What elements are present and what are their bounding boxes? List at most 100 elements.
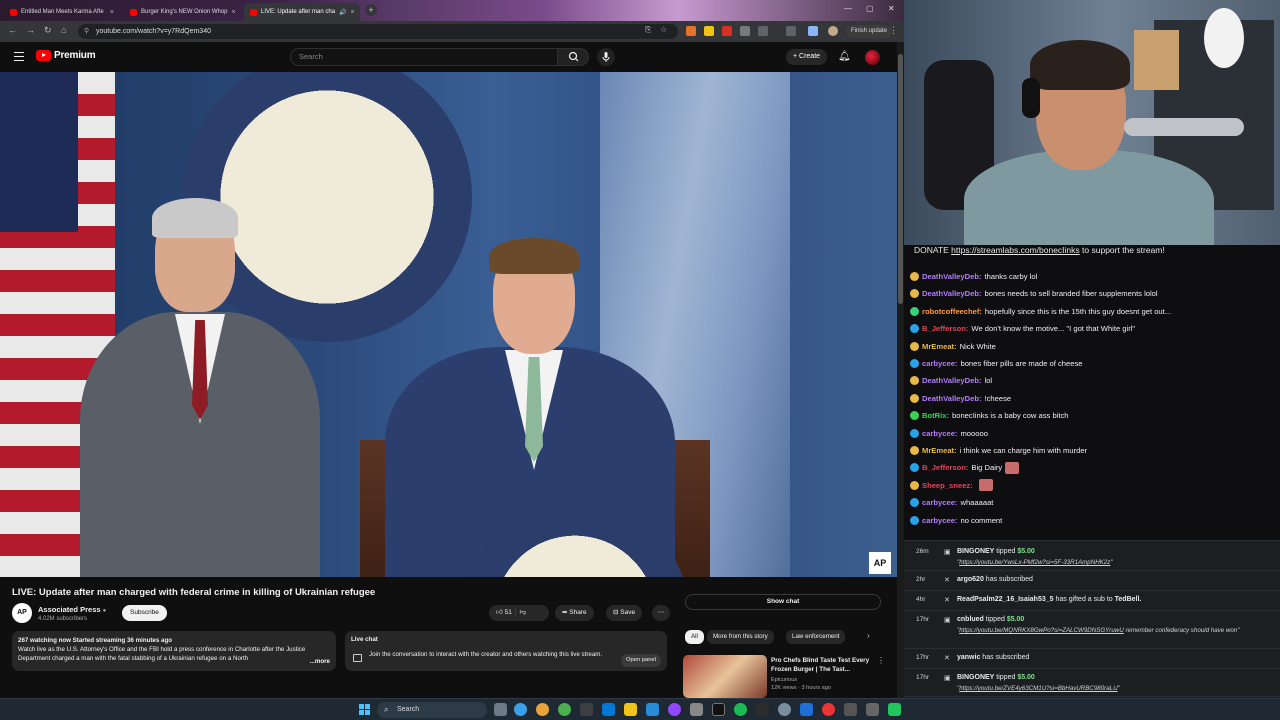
description-more-link[interactable]: ...more: [306, 657, 330, 666]
create-button[interactable]: + Create: [786, 49, 828, 65]
close-window-icon[interactable]: ✕: [888, 4, 895, 13]
browser-tab-3-active[interactable]: LIVE: Update after man cha 🔊 ×: [244, 3, 360, 21]
browser-tab-1[interactable]: Entitled Man Meets Karma Afte ×: [4, 3, 120, 21]
obs-icon[interactable]: [580, 703, 593, 716]
address-bar[interactable]: ⚲ youtube.com/watch?v=y7RdQem340: [78, 24, 678, 39]
chat-username[interactable]: Sheep_sneez:: [922, 478, 973, 493]
app-icon[interactable]: [756, 703, 769, 716]
video-player[interactable]: AP: [0, 72, 897, 577]
hamburger-menu-icon[interactable]: [14, 52, 24, 61]
edge-icon[interactable]: [514, 703, 527, 716]
extension-icon[interactable]: [686, 26, 696, 36]
forward-icon[interactable]: →: [26, 25, 35, 35]
chat-username[interactable]: carbycee:: [922, 356, 957, 371]
alert-user[interactable]: BINGONEY: [957, 548, 994, 555]
finish-update-button[interactable]: Finish update: [846, 25, 893, 38]
app-icon[interactable]: [690, 703, 703, 716]
subscribe-button[interactable]: Subscribe: [122, 605, 167, 621]
app-icon[interactable]: [646, 703, 659, 716]
new-tab-button[interactable]: +: [365, 4, 377, 16]
app-icon[interactable]: [778, 703, 791, 716]
chat-username[interactable]: robotcoffeechef:: [922, 304, 982, 319]
side-panel-icon[interactable]: [786, 26, 796, 36]
home-icon[interactable]: ⌂: [61, 25, 66, 35]
chevron-right-icon[interactable]: ›: [867, 631, 870, 640]
chat-username[interactable]: B_Jefferson:: [922, 460, 968, 475]
alert-link[interactable]: https://youtu.be/MQNRKX8GwPo?si=ZALCW9DN…: [959, 627, 1124, 634]
chat-username[interactable]: DeathValleyDeb:: [922, 269, 982, 284]
alert-user[interactable]: cnblued: [957, 616, 984, 623]
close-tab-icon[interactable]: ×: [351, 9, 355, 16]
app-icon[interactable]: [866, 703, 879, 716]
extension-icon[interactable]: [722, 26, 732, 36]
spotify-icon[interactable]: [734, 703, 747, 716]
account-avatar[interactable]: [865, 50, 880, 65]
alert-user[interactable]: yanwic: [957, 654, 980, 661]
chip-all[interactable]: All: [685, 630, 704, 644]
close-tab-icon[interactable]: ×: [110, 9, 114, 16]
app-icon[interactable]: [800, 703, 813, 716]
recommendation-channel[interactable]: Epicurious: [771, 676, 831, 684]
search-input[interactable]: Search: [290, 48, 558, 66]
chat-username[interactable]: DeathValleyDeb:: [922, 373, 982, 388]
profile-avatar-icon[interactable]: [828, 26, 838, 36]
app-icon[interactable]: [558, 703, 571, 716]
windows-start-icon[interactable]: [359, 704, 370, 715]
chat-username[interactable]: carbycee:: [922, 513, 957, 528]
chat-username[interactable]: carbycee:: [922, 495, 957, 510]
youtube-premium-logo[interactable]: Premium: [36, 50, 96, 61]
browser-menu-icon[interactable]: ⋮: [889, 25, 898, 36]
notifications-bell-icon[interactable]: 🔔︎: [838, 51, 851, 62]
more-actions-button[interactable]: ⋯: [652, 605, 670, 621]
channel-avatar[interactable]: AP: [12, 603, 32, 623]
chat-username[interactable]: MrEmeat:: [922, 443, 957, 458]
app-icon[interactable]: [668, 703, 681, 716]
show-chat-button[interactable]: Show chat: [685, 594, 881, 610]
app-icon[interactable]: [822, 703, 835, 716]
page-scrollbar[interactable]: [897, 42, 904, 698]
taskbar-search[interactable]: ⌕ Search: [377, 702, 487, 718]
chat-username[interactable]: DeathValleyDeb:: [922, 391, 982, 406]
thumbs-down-icon[interactable]: 👎︎: [520, 609, 527, 616]
chat-username[interactable]: DeathValleyDeb:: [922, 286, 982, 301]
app-icon[interactable]: [712, 703, 725, 716]
maximize-icon[interactable]: ▢: [866, 4, 874, 13]
share-button[interactable]: ➦ Share: [555, 605, 594, 621]
open-panel-button[interactable]: Open panel: [621, 654, 661, 667]
recommendation-title[interactable]: Pro Chefs Blind Taste Test Every Frozen …: [771, 656, 875, 674]
install-icon[interactable]: ⎘: [645, 25, 651, 35]
chip-law-enforcement[interactable]: Law enforcement: [786, 630, 846, 644]
chat-username[interactable]: BotRix:: [922, 408, 949, 423]
alert-link[interactable]: https://youtu.be/YwsLx-PMf2w?si=5F-33R1A…: [959, 559, 1110, 566]
donate-link[interactable]: https://streamlabs.com/bonecIinks: [951, 245, 1080, 255]
app-icon[interactable]: [888, 703, 901, 716]
chat-username[interactable]: carbycee:: [922, 426, 957, 441]
extensions-puzzle-icon[interactable]: [758, 26, 768, 36]
extension-icon[interactable]: [704, 26, 714, 36]
chrome-icon[interactable]: [536, 703, 549, 716]
reload-icon[interactable]: ↻: [44, 25, 52, 36]
app-icon[interactable]: [602, 703, 615, 716]
back-icon[interactable]: ←: [8, 25, 17, 35]
task-view-icon[interactable]: [494, 703, 507, 716]
extension-icon[interactable]: [740, 26, 750, 36]
chip-more-from-story[interactable]: More from this story: [707, 630, 774, 644]
alert-user[interactable]: argo620: [957, 576, 984, 583]
close-tab-icon[interactable]: ×: [232, 9, 236, 16]
bookmark-star-icon[interactable]: ☆: [660, 25, 667, 34]
search-button[interactable]: [557, 48, 589, 66]
recommendation-menu-icon[interactable]: ⋮: [877, 656, 885, 665]
like-button[interactable]: 👍︎ 51: [496, 609, 512, 616]
browser-tab-2[interactable]: Burger King's NEW Onion Whop ×: [124, 3, 240, 21]
minimize-icon[interactable]: —: [844, 4, 852, 13]
site-info-icon[interactable]: ⚲: [84, 24, 89, 39]
file-explorer-icon[interactable]: [624, 703, 637, 716]
alert-user[interactable]: ReadPsalm22_16_Isaiah53_5: [957, 596, 1054, 603]
download-icon[interactable]: [808, 26, 818, 36]
alert-link[interactable]: https://youtu.be/ZVE4y63CM1U?si=BbHavURB…: [959, 685, 1117, 692]
voice-search-button[interactable]: [597, 48, 615, 66]
recommendation-thumbnail[interactable]: [683, 655, 767, 698]
save-button[interactable]: ⊟ Save: [606, 605, 643, 621]
description-box[interactable]: 267 watching now Started streaming 36 mi…: [12, 631, 336, 671]
audio-icon[interactable]: 🔊: [339, 9, 346, 16]
